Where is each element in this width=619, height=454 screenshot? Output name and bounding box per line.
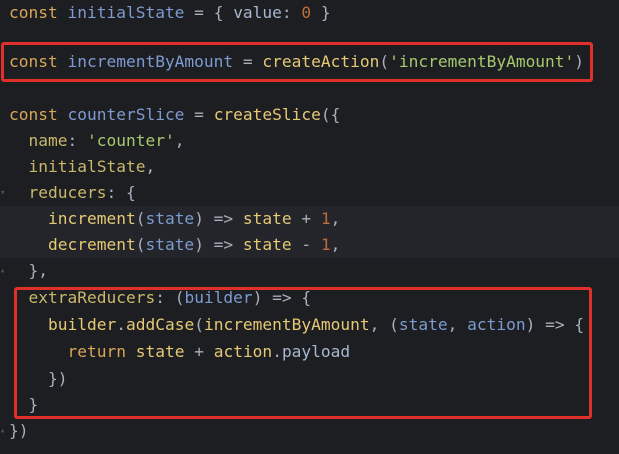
punctuation: { [125, 183, 136, 202]
code-line-reducers: reducers: { [0, 180, 619, 206]
function-name: createAction [262, 52, 380, 71]
code-editor[interactable]: const initialState = { value: 0 } const … [0, 0, 619, 454]
punctuation: } [28, 395, 39, 414]
punctuation: , [330, 209, 341, 228]
code-line-initial-state: const initialState = { value: 0 } [0, 0, 619, 26]
fold-chevron-icon[interactable]: ▴ [0, 418, 8, 444]
code-line-slice-close: }) [0, 418, 619, 444]
punctuation: : [106, 183, 126, 202]
identifier: initialState [67, 3, 185, 22]
code-line-reducers-close: }, [0, 258, 619, 284]
punctuation: }, [28, 261, 49, 280]
operator: => [203, 235, 243, 254]
identifier: state [242, 235, 292, 254]
punctuation: ) [252, 288, 263, 307]
punctuation: ) [194, 235, 204, 254]
code-line-decrement: decrement(state) => state - 1, [0, 232, 619, 259]
code-line-increment: increment(state) => state + 1, [0, 206, 619, 233]
keyword: const [9, 105, 58, 124]
property: reducers [28, 183, 107, 202]
string: 'counter' [86, 131, 175, 150]
property: value [233, 3, 282, 22]
punctuation: , [447, 315, 468, 334]
identifier: incrementByAmount [203, 315, 370, 334]
punctuation: }) [47, 369, 68, 388]
fold-chevron-icon[interactable]: ▾ [0, 180, 8, 206]
identifier: counterSlice [67, 105, 185, 124]
punctuation: ) [194, 209, 204, 228]
identifier: builder [47, 315, 117, 334]
punctuation: { [213, 3, 234, 22]
function-name: createSlice [213, 105, 321, 124]
keyword: const [9, 52, 58, 71]
parameter: builder [184, 288, 253, 307]
keyword: return [67, 342, 126, 361]
identifier: state [135, 342, 185, 361]
punctuation: }) [9, 421, 29, 440]
keyword: const [9, 3, 58, 22]
number: 0 [301, 3, 312, 22]
punctuation: ( [194, 315, 204, 334]
identifier: action [213, 342, 273, 361]
code-line-extra-reducers-close: } [0, 392, 619, 418]
operator: => [262, 288, 302, 307]
operator: = [233, 52, 263, 71]
identifier: state [242, 209, 292, 228]
punctuation: ( [379, 52, 390, 71]
punctuation: : [155, 288, 175, 307]
code-line-return: return state + action.payload [0, 339, 619, 365]
code-line-counter-slice: const counterSlice = createSlice({ [0, 102, 619, 128]
punctuation: ({ [320, 105, 341, 124]
property: name [28, 131, 68, 150]
punctuation: , [330, 235, 341, 254]
string: 'incrementByAmount' [389, 52, 575, 71]
operator: + [184, 342, 214, 361]
operator: - [291, 235, 321, 254]
operator: = [184, 105, 214, 124]
punctuation: { [574, 315, 585, 334]
code-line-extra-reducers: extraReducers: (builder) => { [0, 285, 619, 311]
punctuation: ( [135, 235, 146, 254]
function-name: decrement [47, 235, 136, 254]
parameter: state [145, 235, 195, 254]
punctuation: ( [174, 288, 185, 307]
code-line-name: name: 'counter', [0, 128, 619, 154]
function-name: increment [47, 209, 136, 228]
punctuation: . [116, 315, 126, 334]
parameter: state [398, 315, 448, 334]
operator: => [203, 209, 243, 228]
operator: = [184, 3, 214, 22]
punctuation: , [145, 157, 156, 176]
punctuation: : [281, 3, 302, 22]
property: initialState [28, 157, 146, 176]
number: 1 [320, 235, 331, 254]
fold-chevron-icon[interactable]: ▴ [0, 258, 8, 284]
punctuation: , [174, 131, 185, 150]
punctuation: } [311, 3, 331, 22]
property: payload [281, 342, 351, 361]
punctuation: , [369, 315, 390, 334]
identifier: incrementByAmount [67, 52, 234, 71]
code-line-add-case: builder.addCase(incrementByAmount, (stat… [0, 312, 619, 338]
punctuation: . [272, 342, 282, 361]
code-line-initial-state-prop: initialState, [0, 154, 619, 180]
punctuation: ) [525, 315, 536, 334]
parameter: action [467, 315, 526, 334]
operator: + [291, 209, 321, 228]
function-name: addCase [125, 315, 195, 334]
punctuation: ) [574, 52, 585, 71]
punctuation: { [301, 288, 312, 307]
code-line-add-case-close: }) [0, 366, 619, 392]
parameter: state [145, 209, 195, 228]
number: 1 [320, 209, 331, 228]
punctuation: ( [389, 315, 399, 334]
punctuation: ( [135, 209, 146, 228]
operator: => [535, 315, 575, 334]
code-line-increment-by-amount: const incrementByAmount = createAction('… [0, 49, 619, 75]
punctuation: : [67, 131, 87, 150]
property: extraReducers [28, 288, 156, 307]
